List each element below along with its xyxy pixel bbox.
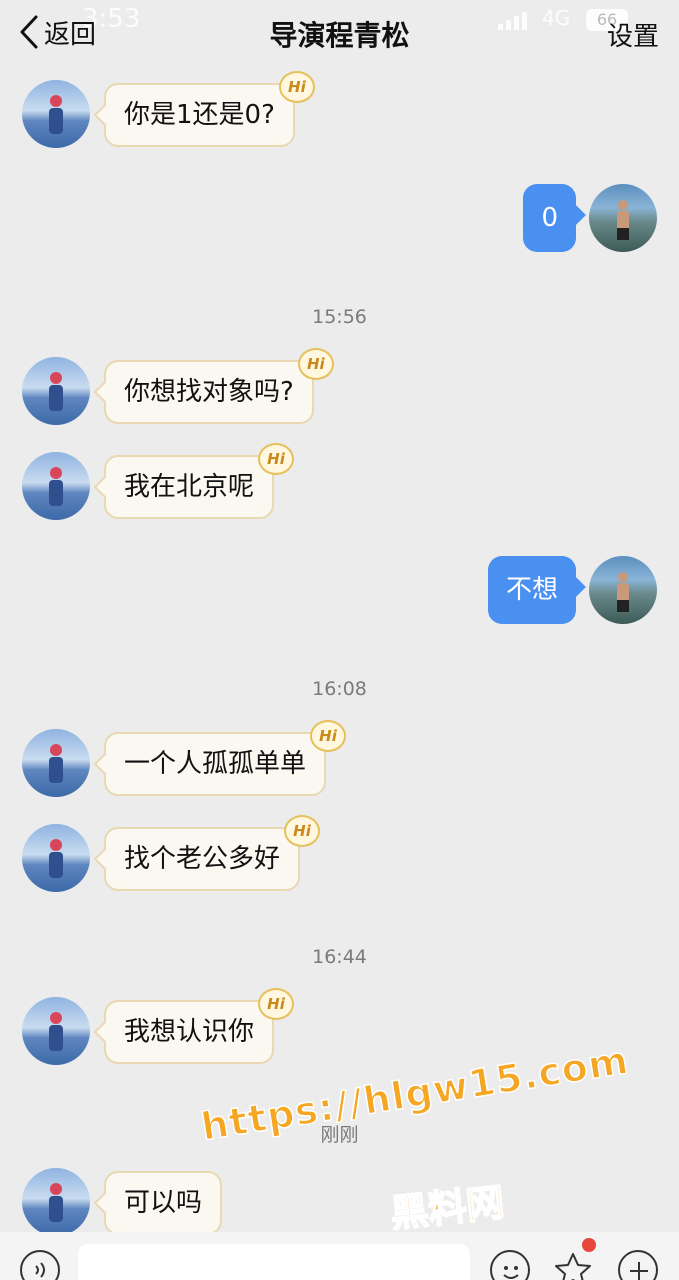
person-icon	[49, 1012, 63, 1051]
person-icon	[617, 200, 629, 240]
incoming-bubble[interactable]: 我想认识你 Hi	[104, 988, 295, 1064]
hi-badge-icon: Hi	[258, 988, 295, 1020]
timestamp: 16:44	[312, 946, 367, 968]
watermark-name: 黑料网	[388, 1179, 507, 1236]
message-text: 可以吗	[124, 1188, 203, 1218]
person-icon	[49, 1183, 63, 1222]
person-icon	[49, 839, 63, 878]
avatar[interactable]	[22, 824, 90, 892]
hi-badge-icon: Hi	[258, 443, 295, 475]
incoming-bubble[interactable]: 找个老公多好 Hi	[104, 815, 321, 891]
nav-bar: 返回 导演程青松 设置	[0, 0, 679, 68]
input-bar	[0, 1232, 679, 1280]
voice-icon	[35, 1262, 45, 1278]
message-input[interactable]	[78, 1244, 470, 1280]
timestamp: 15:56	[312, 306, 367, 328]
person-icon	[49, 744, 63, 783]
person-icon	[49, 372, 63, 411]
incoming-bubble[interactable]: 一个人孤孤单单 Hi	[104, 720, 347, 796]
hi-badge-icon: Hi	[278, 71, 315, 103]
hi-badge-icon: Hi	[297, 348, 334, 380]
hi-badge-icon: Hi	[284, 815, 321, 847]
hi-badge-icon: Hi	[310, 720, 347, 752]
outgoing-bubble[interactable]: 不想	[487, 556, 576, 624]
message-text: 0	[541, 203, 558, 233]
avatar[interactable]	[22, 452, 90, 520]
outgoing-bubble[interactable]: 0	[523, 184, 576, 252]
avatar[interactable]	[22, 997, 90, 1065]
message-text: 找个老公多好	[124, 844, 281, 874]
incoming-bubble[interactable]: 你是1还是0? Hi	[104, 71, 315, 147]
person-icon	[49, 467, 63, 506]
voice-button[interactable]	[20, 1250, 60, 1280]
avatar[interactable]	[22, 357, 90, 425]
notification-dot	[582, 1238, 596, 1252]
avatar[interactable]	[22, 729, 90, 797]
timestamp: 刚刚	[320, 1124, 359, 1146]
message-text: 你是1还是0?	[124, 100, 275, 130]
message-text: 不想	[505, 575, 558, 605]
settings-button[interactable]: 设置	[607, 16, 659, 53]
self-avatar[interactable]	[589, 556, 657, 624]
self-avatar[interactable]	[589, 184, 657, 252]
more-button[interactable]	[618, 1250, 658, 1280]
message-text: 我在北京呢	[124, 472, 255, 502]
sticker-button[interactable]	[552, 1250, 594, 1280]
emoji-button[interactable]	[490, 1250, 530, 1280]
avatar[interactable]	[22, 1168, 90, 1236]
avatar[interactable]	[22, 80, 90, 148]
person-icon	[49, 95, 63, 134]
smile-icon	[503, 1266, 519, 1279]
incoming-bubble[interactable]: 我在北京呢 Hi	[104, 443, 295, 519]
plus-icon	[630, 1262, 648, 1280]
message-text: 你想找对象吗?	[124, 377, 294, 407]
person-icon	[617, 572, 629, 612]
chat-title: 导演程青松	[269, 19, 410, 52]
timestamp: 16:08	[312, 678, 367, 700]
message-text: 一个人孤孤单单	[124, 749, 307, 779]
message-text: 我想认识你	[124, 1017, 255, 1047]
incoming-bubble[interactable]: 你想找对象吗? Hi	[104, 348, 334, 424]
incoming-bubble[interactable]: 可以吗	[104, 1171, 223, 1235]
star-face-icon	[555, 1253, 591, 1280]
